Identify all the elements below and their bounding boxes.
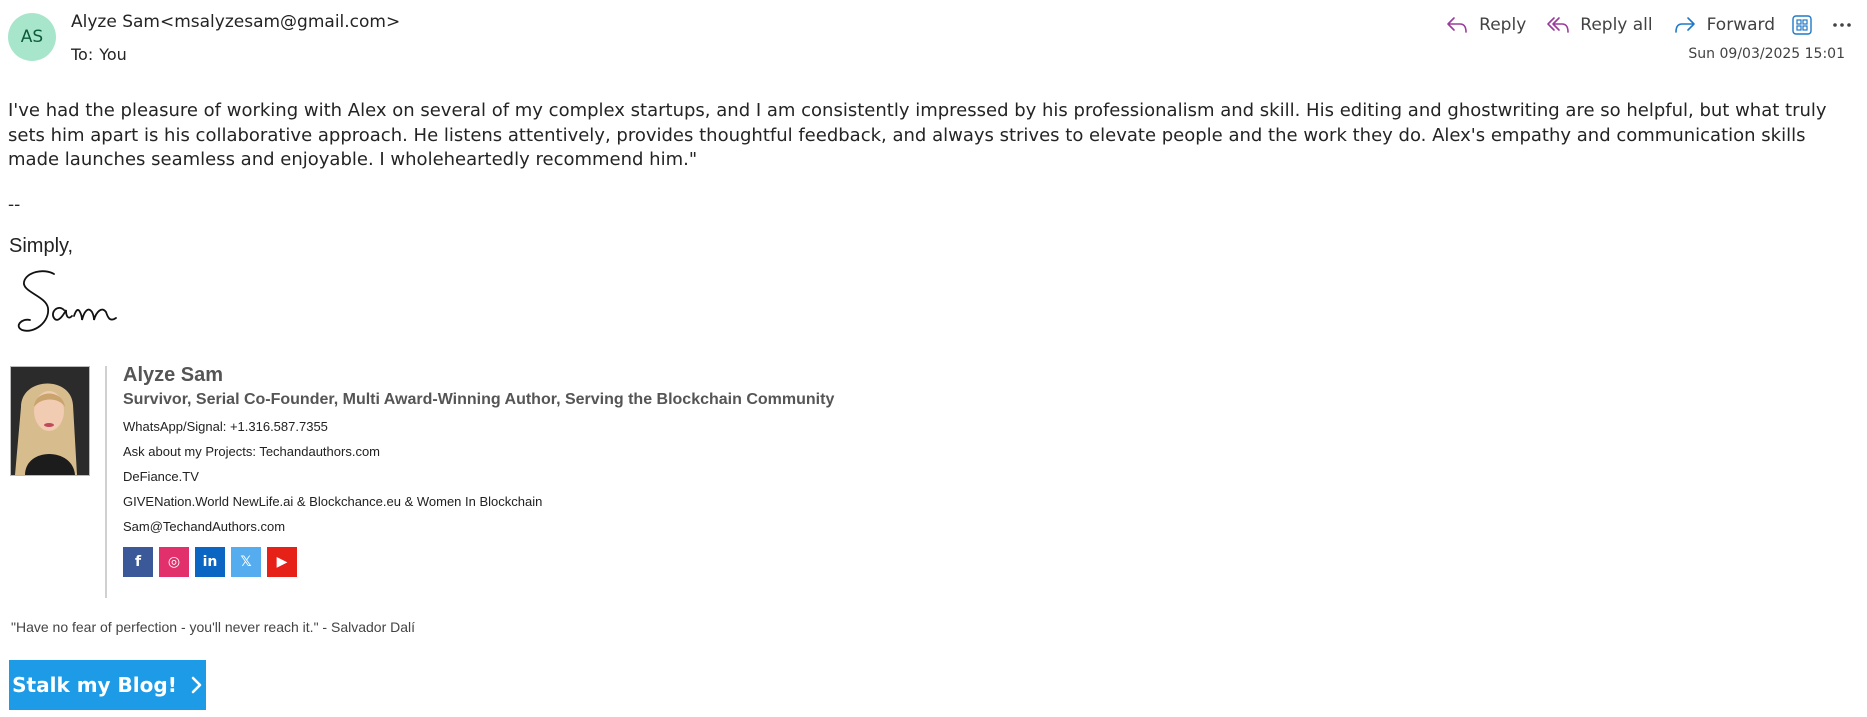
signature-name: Alyze Sam [123, 364, 224, 386]
facebook-icon[interactable]: f [123, 547, 153, 577]
youtube-icon[interactable]: ▶ [267, 547, 297, 577]
message-timestamp: Sun 09/03/2025 15:01 [1688, 46, 1845, 62]
x-icon[interactable]: 𝕏 [231, 547, 261, 577]
forward-icon [1674, 17, 1695, 33]
signature-givenation-links[interactable]: GIVENation.World NewLife.ai & Blockchanc… [123, 494, 834, 509]
stalk-my-blog-button[interactable]: Stalk my Blog! [9, 660, 206, 710]
signature-title: Survivor, Serial Co-Founder, Multi Award… [123, 391, 835, 408]
reply-all-label: Reply all [1580, 15, 1653, 35]
reply-label: Reply [1479, 15, 1527, 35]
to-label: To: [71, 45, 94, 64]
profile-photo [10, 366, 90, 476]
sender-name[interactable]: Alyze Sam<msalyzesam@gmail.com> [71, 12, 400, 32]
recipient-line: To: You [71, 45, 133, 64]
reply-icon [1447, 17, 1467, 33]
instagram-icon[interactable]: ◎ [159, 547, 189, 577]
forward-button[interactable]: Forward [1663, 11, 1785, 39]
closing-text: Simply, [9, 235, 74, 257]
more-options-icon [1833, 23, 1851, 27]
sender-avatar[interactable]: AS [8, 13, 56, 61]
reply-button[interactable]: Reply [1435, 11, 1536, 39]
handwritten-signature [17, 270, 117, 332]
forward-label: Forward [1706, 15, 1775, 35]
to-recipient[interactable]: You [99, 45, 127, 64]
signature-divider [105, 366, 107, 598]
signature-phone: WhatsApp/Signal: +1.316.587.7355 [123, 419, 328, 434]
chevron-right-icon [191, 676, 202, 694]
signature-card: Alyze Sam Survivor, Serial Co-Founder, M… [123, 364, 834, 577]
linkedin-icon[interactable]: in [195, 547, 225, 577]
signature-defiance-link[interactable]: DeFiance.TV [123, 469, 834, 484]
more-actions-button[interactable] [1825, 10, 1859, 40]
message-actions: Reply Reply all Forward [1435, 10, 1859, 40]
signature-separator: -- [8, 195, 21, 215]
reply-all-button[interactable]: Reply all [1536, 11, 1662, 39]
apps-grid-icon [1792, 15, 1812, 35]
signature-quote: "Have no fear of perfection - you'll nev… [11, 619, 416, 635]
apps-button[interactable] [1785, 10, 1819, 40]
signature-projects-link[interactable]: Ask about my Projects: Techandauthors.co… [123, 444, 834, 459]
signature-email-link[interactable]: Sam@TechandAuthors.com [123, 519, 834, 534]
profile-photo-image [11, 367, 89, 475]
blog-button-label: Stalk my Blog! [12, 673, 177, 697]
message-body: I've had the pleasure of working with Al… [8, 100, 1827, 170]
social-links: f ◎ in 𝕏 ▶ [123, 547, 834, 577]
reply-all-icon [1547, 17, 1570, 33]
